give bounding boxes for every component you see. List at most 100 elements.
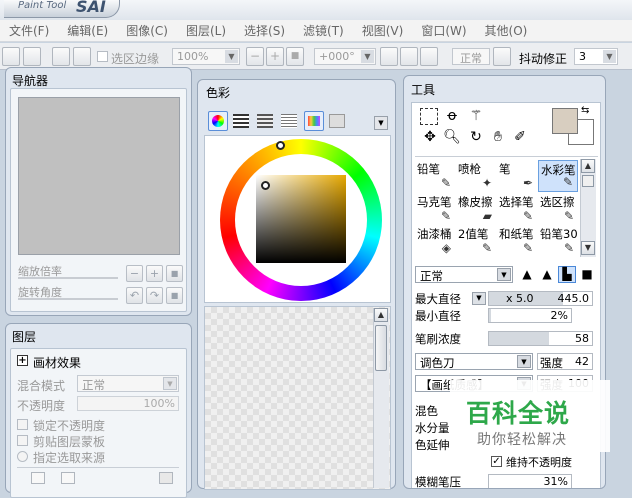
menu-view[interactable]: 视图(V) xyxy=(353,22,413,39)
stabilizer-select[interactable]: 3 ▼ xyxy=(574,48,618,65)
rotate-icon[interactable]: ↻ xyxy=(466,129,486,146)
color-menu-button[interactable]: ▼ xyxy=(374,116,388,130)
zoom-in-button[interactable]: + xyxy=(266,47,284,66)
nav-zoom-out-button[interactable]: − xyxy=(126,265,143,282)
menu-window[interactable]: 窗口(W) xyxy=(412,22,475,39)
mixer-tab[interactable] xyxy=(281,114,297,128)
nav-rotate-reset-button[interactable]: ■ xyxy=(166,287,183,304)
brush-eraser[interactable]: 橡皮擦 ▰ xyxy=(456,193,496,225)
brush-bucket[interactable]: 油漆桶 ◈ xyxy=(415,225,455,257)
brush-pencil[interactable]: 铅笔 ✎ xyxy=(415,160,455,192)
opacity-slider[interactable]: 100% xyxy=(77,396,179,411)
stabilizer-label: 抖动修正 xyxy=(519,52,568,66)
new-file-button[interactable] xyxy=(2,47,20,66)
density-slider[interactable]: 58 xyxy=(488,331,593,346)
expand-plus-icon[interactable]: + xyxy=(17,355,28,366)
swatches-tab[interactable] xyxy=(304,111,324,131)
menu-layer[interactable]: 图层(L) xyxy=(177,22,235,39)
color-wheel-tab[interactable] xyxy=(208,111,228,131)
menu-filter[interactable]: 滤镜(T) xyxy=(294,22,353,39)
brush-select-eraser[interactable]: 选区擦 ✎ xyxy=(538,193,578,225)
selection-source-radio[interactable] xyxy=(17,451,28,462)
scroll-down-icon[interactable]: ▼ xyxy=(581,241,595,255)
menu-image[interactable]: 图像(C) xyxy=(117,22,177,39)
brush-scrollbar[interactable]: ▲ ▼ xyxy=(580,159,596,257)
brush-blend-select[interactable]: 正常 ▼ xyxy=(415,266,513,283)
min-size-slider[interactable]: 2% xyxy=(488,308,572,323)
hand-icon[interactable]: ✋︎ xyxy=(488,129,508,146)
brush-binary[interactable]: 2值笔 ✎ xyxy=(456,225,496,257)
new-layer-icon[interactable] xyxy=(31,472,45,484)
max-size-multiplier: x 5.0 xyxy=(506,292,534,305)
swatch-scrollbar[interactable]: ▲ xyxy=(373,308,389,488)
rotate-value: +000° xyxy=(319,50,355,63)
rotate-select[interactable]: +000° ▼ xyxy=(314,48,376,65)
max-size-slider[interactable]: x 5.0 445.0 xyxy=(488,291,593,306)
delete-layer-icon[interactable] xyxy=(159,472,173,484)
zoom-reset-button[interactable]: ■ xyxy=(286,47,304,66)
rotate-cw-button[interactable] xyxy=(400,47,418,66)
zoom-slider[interactable] xyxy=(18,277,118,279)
new-folder-icon[interactable] xyxy=(61,472,75,484)
swap-colors-icon[interactable]: ⇆ xyxy=(581,105,589,116)
nav-rotate-ccw-button[interactable]: ↶ xyxy=(126,287,143,304)
blur-slider[interactable]: 31% xyxy=(488,474,572,488)
select-edge-checkbox[interactable] xyxy=(97,51,108,62)
rotate-slider[interactable] xyxy=(18,298,118,300)
clipping-mask-checkbox[interactable] xyxy=(17,435,28,446)
brush-select-pen[interactable]: 选择笔 ✎ xyxy=(497,193,537,225)
strength-field[interactable]: 强度 42 xyxy=(537,353,593,370)
scroll-up-icon[interactable]: ▲ xyxy=(374,308,388,322)
brush-watercolor[interactable]: 水彩笔 ✎ xyxy=(538,160,578,192)
layer-blend-select[interactable]: 正常 ▼ xyxy=(77,375,179,392)
canvas-blend-select[interactable]: 正常 xyxy=(452,48,490,65)
scroll-thumb[interactable] xyxy=(582,175,594,187)
rgb-slider-tab[interactable] xyxy=(233,114,249,128)
swatch-grid[interactable]: ▲ xyxy=(204,306,391,490)
lasso-icon[interactable]: ꝋ xyxy=(442,108,462,125)
zoom-icon[interactable]: 🔍︎ xyxy=(442,129,462,146)
sv-square[interactable] xyxy=(256,175,346,263)
menu-file[interactable]: 文件(F) xyxy=(0,22,58,39)
deselect-button[interactable] xyxy=(52,47,70,66)
invert-selection-button[interactable] xyxy=(73,47,91,66)
hsv-slider-tab[interactable] xyxy=(257,114,273,128)
brush-marker[interactable]: 马克笔 ✎ xyxy=(415,193,455,225)
scroll-up-icon[interactable]: ▲ xyxy=(581,159,595,173)
brush-airbrush[interactable]: 喷枪 ✦ xyxy=(456,160,496,192)
zoom-out-button[interactable]: − xyxy=(246,47,264,66)
nav-zoom-reset-button[interactable]: ■ xyxy=(166,265,183,282)
brush-pencil30[interactable]: 铅笔30 ✎ xyxy=(538,225,578,257)
tools-title: 工具 xyxy=(411,83,436,97)
nav-zoom-in-button[interactable]: + xyxy=(146,265,163,282)
flip-button[interactable] xyxy=(493,47,511,66)
brush-washi[interactable]: 和纸笔 ✎ xyxy=(497,225,537,257)
hue-handle[interactable] xyxy=(276,141,285,150)
rect-select-icon[interactable] xyxy=(420,108,438,125)
menu-edit[interactable]: 编辑(E) xyxy=(58,22,117,39)
zoom-select[interactable]: 100% ▼ xyxy=(172,48,240,65)
magic-wand-icon[interactable]: ⚚ xyxy=(466,108,486,125)
open-file-button[interactable] xyxy=(23,47,41,66)
eyedropper-icon[interactable]: ✐ xyxy=(510,129,530,146)
navigator-preview[interactable] xyxy=(18,97,180,255)
scroll-thumb[interactable] xyxy=(375,325,387,371)
keep-opacity-checkbox[interactable]: ✓ xyxy=(491,456,502,467)
shape-soft-icon[interactable]: ▲ xyxy=(538,267,556,282)
foreground-color-swatch[interactable] xyxy=(552,108,578,134)
menu-other[interactable]: 其他(O) xyxy=(476,22,537,39)
move-icon[interactable]: ✥ xyxy=(420,129,440,146)
brush-pen[interactable]: 笔 ✒ xyxy=(497,160,537,192)
nav-rotate-cw-button[interactable]: ↷ xyxy=(146,287,163,304)
chevron-down-icon[interactable]: ▼ xyxy=(472,292,486,305)
menu-select[interactable]: 选择(S) xyxy=(235,22,294,39)
palette-knife-select[interactable]: 调色刀 ▼ xyxy=(415,353,533,370)
rotate-reset-button[interactable] xyxy=(420,47,438,66)
rotate-ccw-button[interactable] xyxy=(380,47,398,66)
lock-opacity-checkbox[interactable] xyxy=(17,419,28,430)
shape-hard-icon[interactable]: ▲ xyxy=(518,267,536,282)
shape-square-icon[interactable]: ■ xyxy=(578,267,596,282)
shape-flat-icon[interactable]: ▙ xyxy=(558,266,576,283)
sv-handle[interactable] xyxy=(261,181,270,190)
scratchpad-tab[interactable] xyxy=(329,114,345,128)
